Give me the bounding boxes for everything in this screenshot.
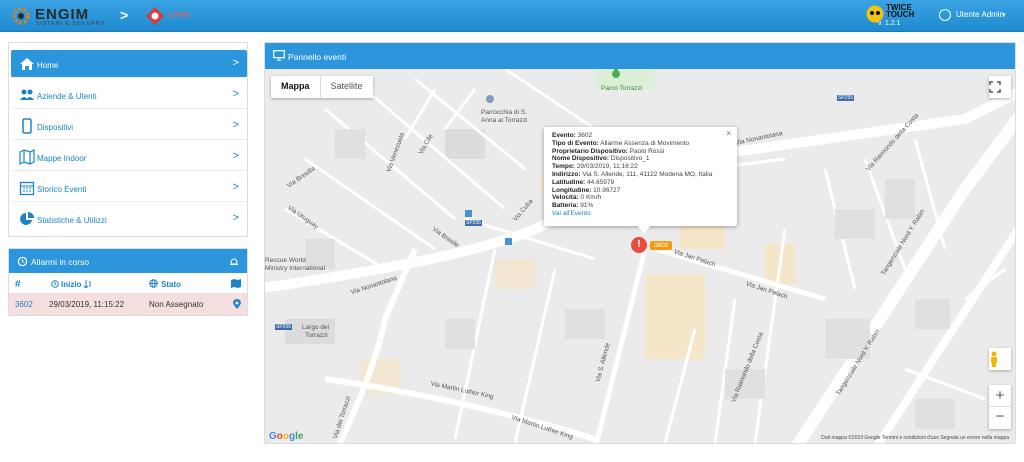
user-menu-label[interactable]: Utente Admin	[956, 10, 1004, 19]
table-row[interactable]: 3602 29/03/2019, 11:15:22 Non Assegnato	[9, 293, 247, 315]
chevron-right-icon: >	[232, 88, 239, 100]
map-label-poi: Parrocchia di S.	[481, 109, 527, 116]
company-name[interactable]: Lorem	[168, 10, 191, 19]
sidebar-item-aziende-utenti[interactable]: Aziende & Utenti >	[11, 81, 247, 109]
sidebar-item-label: Statistiche & Utilizzi	[37, 216, 107, 225]
zoom-control: + −	[989, 385, 1011, 429]
events-panel-header: Pannello eventi	[265, 43, 1015, 69]
alarms-table-header: # Inizio Stato	[9, 275, 247, 291]
history-icon	[17, 256, 28, 267]
google-logo: Google	[269, 431, 304, 442]
sidebar-item-home[interactable]: Home >	[11, 50, 247, 78]
events-title: Pannello eventi	[288, 52, 347, 62]
events-panel: Pannello eventi Parco Torrazzi Parrocchi…	[264, 42, 1016, 444]
chevron-right-icon: >	[232, 150, 239, 162]
column-header-id[interactable]: #	[15, 279, 21, 290]
alarms-panel-header: Allarmi in corso	[9, 249, 247, 273]
engim-logo[interactable]: ENGIM SISTEMI & SVILUPPO	[10, 5, 106, 27]
sidebar-item-mappe-indoor[interactable]: Mappe Indoor >	[11, 143, 247, 171]
map-view[interactable]: Parco Torrazzi Parrocchia di S. Anna ai …	[265, 69, 1015, 443]
chevron-right-icon: >	[232, 57, 239, 69]
street-view-pegman-button[interactable]	[989, 348, 1011, 370]
users-icon	[20, 89, 34, 100]
chevron-right-icon: >	[232, 119, 239, 131]
info-field: Indirizzo: Via S. Allende, 111, 41122 Mo…	[552, 170, 713, 178]
info-window-tail	[637, 225, 651, 234]
alarm-marker-icon[interactable]: !	[631, 237, 647, 253]
globe-icon	[149, 279, 158, 288]
map-icon	[19, 149, 35, 165]
alarm-id-link[interactable]: 3602	[15, 300, 33, 309]
sort-icon[interactable]	[84, 280, 92, 288]
info-field: Nome Dispositivo: Dispositivo_1	[552, 155, 650, 163]
monitor-icon	[273, 50, 285, 61]
sidebar-item-statistiche[interactable]: Statistiche & Utilizzi >	[11, 205, 247, 233]
mobile-icon	[22, 118, 32, 134]
logo-subtext: SISTEMI & SVILUPPO	[36, 21, 106, 27]
info-field: Evento: 3602	[552, 132, 593, 139]
user-avatar-icon[interactable]	[939, 9, 951, 21]
map-label-road-shield: SP255	[837, 95, 855, 101]
alarms-panel: Allarmi in corso # Inizio Stato 3602 29/…	[8, 248, 248, 316]
alarm-status: Non Assegnato	[149, 300, 204, 309]
map-label-poi: Largo dei	[302, 324, 330, 331]
map-type-control: Mappa Satellite	[271, 76, 373, 98]
event-info-window: × Evento: 3602 Tipo di Evento: Allarme A…	[544, 127, 737, 226]
calendar-icon	[19, 181, 35, 196]
zoom-in-button[interactable]: +	[989, 385, 1011, 407]
map-label-poi: Anna ai Torrazzi	[481, 117, 528, 124]
product-name: TWICE TOUCH	[886, 3, 915, 19]
info-field: Proprietario Dispositivo: Paolo Rossi	[552, 147, 665, 155]
map-marker-icon[interactable]	[233, 299, 241, 309]
sidebar-item-label: Aziende & Utenti	[37, 92, 97, 101]
map-label-poi: Parco Torrazzi	[601, 85, 643, 92]
pegman-icon	[991, 351, 997, 367]
clock-icon	[51, 280, 59, 288]
sidebar-item-label: Mappe Indoor	[37, 154, 87, 163]
info-field: Velocità: 0 Km/h	[552, 194, 602, 202]
pie-chart-icon	[20, 212, 34, 225]
info-field: Longitudine: 10.96727	[552, 186, 621, 194]
sidebar-item-label: Dispositivi	[37, 123, 74, 132]
sidebar-item-label: Home	[37, 61, 59, 70]
map-label-road-shield: SP255	[465, 220, 483, 226]
column-header-status[interactable]: Stato	[161, 280, 181, 289]
fullscreen-button[interactable]	[989, 76, 1011, 98]
map-type-satellite-button[interactable]: Satellite	[321, 76, 373, 98]
info-field: Latitudine: 44.65979	[552, 178, 615, 186]
marker-label[interactable]: 3602	[650, 241, 673, 250]
app-version: v. 1.2.1	[878, 20, 901, 27]
map-label-road-shield: SP255	[275, 324, 293, 330]
map-label-poi: Rescue World	[265, 257, 306, 264]
map-label-poi: Torrazzi	[305, 332, 328, 339]
sidebar-menu: Home > Aziende & Utenti > Dispositivi > …	[8, 42, 248, 237]
company-logo-icon	[146, 7, 164, 25]
map-attribution[interactable]: Dati mappa ©2019 Google Termini e condiz…	[821, 435, 1009, 441]
breadcrumb-chevron-icon: >	[120, 7, 129, 23]
map-label-poi: Ministry International	[265, 265, 325, 272]
home-icon	[20, 58, 34, 70]
map-icon	[231, 279, 241, 288]
top-navbar: ENGIM SISTEMI & SVILUPPO > Lorem TWICE T…	[0, 0, 1024, 32]
alarm-start-time: 29/03/2019, 11:15:22	[49, 300, 125, 309]
map-type-map-button[interactable]: Mappa	[271, 76, 321, 98]
go-to-event-link[interactable]: Vai all'Evento	[552, 210, 729, 218]
alarms-title: Allarmi in corso	[31, 257, 90, 267]
fullscreen-icon	[989, 81, 1001, 93]
zoom-out-button[interactable]: −	[989, 407, 1011, 429]
close-icon[interactable]: ×	[726, 130, 731, 138]
sidebar-item-storico-eventi[interactable]: Storico Eventi >	[11, 174, 247, 202]
info-field: Tipo di Evento: Allarme Assenza di Movim…	[552, 139, 690, 147]
sidebar-item-label: Storico Eventi	[37, 185, 87, 194]
column-header-start[interactable]: Inizio	[61, 280, 81, 289]
bell-icon[interactable]	[229, 257, 239, 267]
info-field: Tempo: 29/03/2019, 11:16:22	[552, 163, 638, 171]
chevron-right-icon: >	[232, 181, 239, 193]
gear-logo-icon	[12, 7, 30, 25]
sidebar-item-dispositivi[interactable]: Dispositivi >	[11, 112, 247, 140]
caret-down-icon[interactable]: ▾	[1002, 11, 1006, 19]
chevron-right-icon: >	[232, 212, 239, 224]
info-field: Batteria: 91%	[552, 202, 594, 210]
